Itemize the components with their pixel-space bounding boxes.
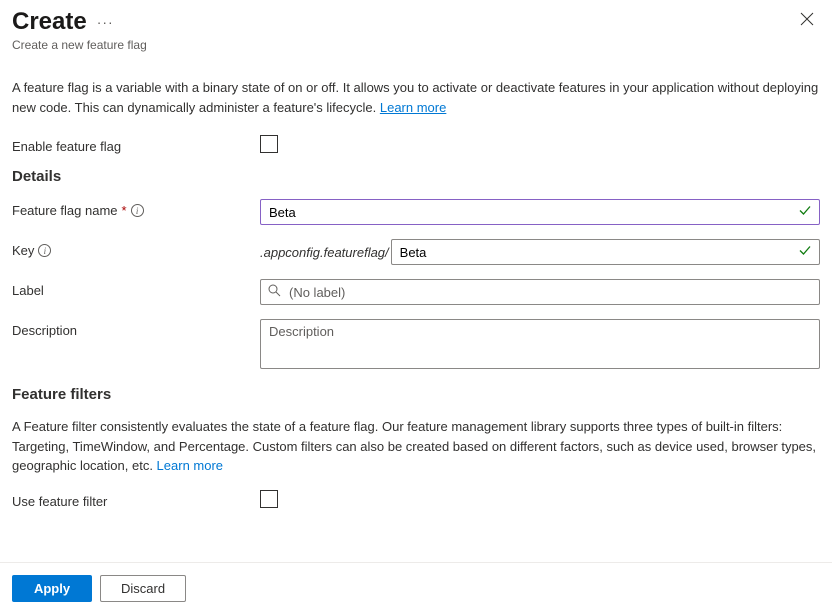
- key-input[interactable]: [391, 239, 820, 265]
- apply-button[interactable]: Apply: [12, 575, 92, 602]
- key-prefix: .appconfig.featureflag/: [260, 245, 389, 260]
- discard-button[interactable]: Discard: [100, 575, 186, 602]
- close-button[interactable]: [794, 8, 820, 34]
- description-textarea[interactable]: [260, 319, 820, 369]
- filters-heading: Feature filters: [12, 386, 820, 403]
- intro-learn-more-link[interactable]: Learn more: [380, 100, 446, 115]
- search-icon: [268, 284, 281, 300]
- more-icon[interactable]: ···: [97, 14, 114, 30]
- info-icon[interactable]: i: [131, 204, 144, 217]
- panel-subtitle: Create a new feature flag: [12, 38, 147, 52]
- details-heading: Details: [12, 168, 820, 185]
- description-label: Description: [12, 319, 260, 338]
- use-filter-label: Use feature filter: [12, 490, 260, 509]
- name-input[interactable]: [260, 199, 820, 225]
- key-label: Key: [12, 243, 34, 258]
- filters-learn-more-link[interactable]: Learn more: [157, 458, 223, 473]
- label-field-label: Label: [12, 279, 260, 298]
- use-filter-checkbox[interactable]: [260, 490, 278, 508]
- enable-flag-checkbox[interactable]: [260, 135, 278, 153]
- panel-title: Create: [12, 8, 87, 36]
- enable-flag-label: Enable feature flag: [12, 135, 260, 154]
- close-icon: [800, 12, 814, 26]
- intro-text: A feature flag is a variable with a bina…: [12, 68, 820, 117]
- name-label: Feature flag name: [12, 203, 118, 218]
- filters-intro-text: A Feature filter consistently evaluates …: [12, 417, 820, 476]
- check-icon: [798, 244, 812, 261]
- info-icon[interactable]: i: [38, 244, 51, 257]
- label-input[interactable]: [260, 279, 820, 305]
- required-indicator: *: [122, 203, 127, 218]
- check-icon: [798, 204, 812, 221]
